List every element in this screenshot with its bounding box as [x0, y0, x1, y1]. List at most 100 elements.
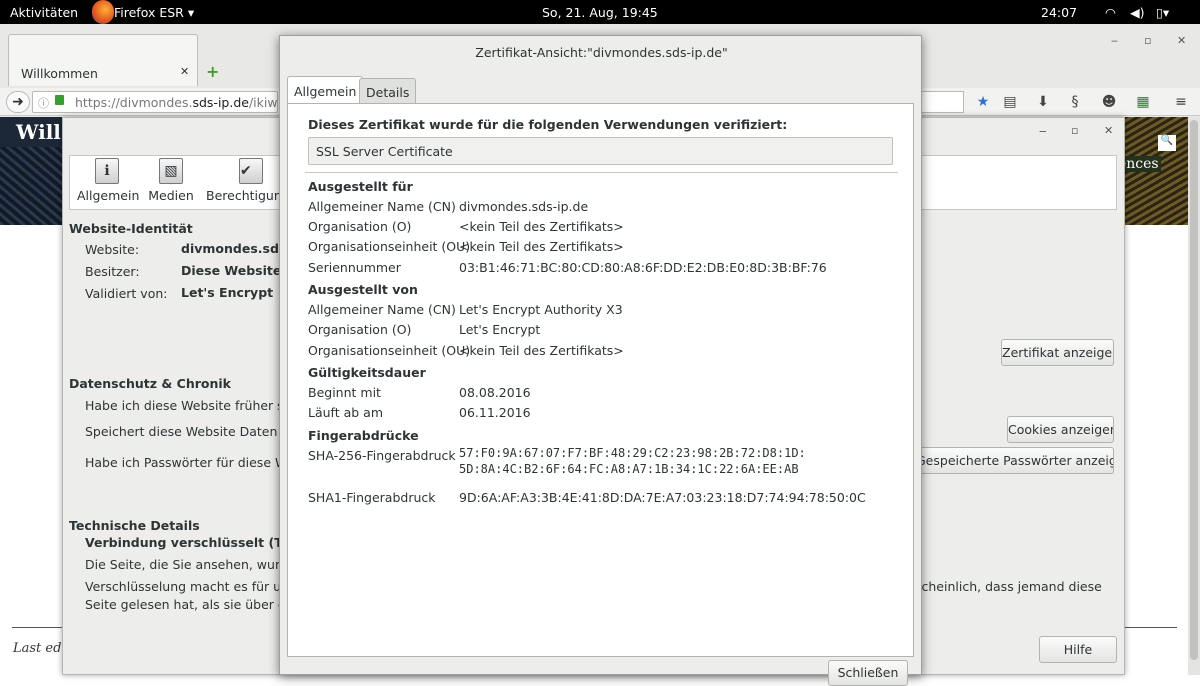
url-bar-end[interactable]	[918, 91, 964, 113]
pi-tab-label: Medien	[148, 188, 194, 203]
privacy-heading: Datenschutz & Chronik	[69, 376, 231, 391]
valid-until-label: Läuft ab am	[308, 405, 384, 420]
issued-by-heading: Ausgestellt von	[308, 282, 418, 297]
activities-button[interactable]: Aktivitäten	[10, 5, 78, 20]
issued-by-cn-value: Let's Encrypt Authority X3	[459, 302, 623, 317]
website-label: Website:	[85, 242, 140, 257]
permissions-icon: ✔	[239, 158, 263, 184]
encryption-text: Verschlüsselung macht es für unb	[85, 579, 297, 594]
page-view-text: Die Seite, die Sie ansehen, wurde	[85, 557, 296, 572]
addon-green-icon[interactable]: ▦	[1134, 93, 1152, 111]
pi-tab-media[interactable]: ▧ Medien	[145, 158, 197, 203]
pi-tab-general[interactable]: ℹ Allgemein	[77, 158, 140, 203]
url-bar[interactable]: ⓘ https://divmondes.sds-ip.de/ikiwiki/	[32, 91, 278, 113]
site-banner: Will	[0, 117, 62, 225]
wifi-icon[interactable]: ◠	[1105, 5, 1116, 20]
tech-heading: Technische Details	[69, 518, 200, 533]
tab-general[interactable]: Allgemein	[287, 76, 364, 104]
valid-from-label: Beginnt mit	[308, 385, 381, 400]
validity-heading: Gültigkeitsdauer	[308, 365, 426, 380]
certificate-dialog: Zertifikat-Ansicht:"divmondes.sds-ip.de"…	[279, 35, 922, 686]
issued-to-cn-label: Allgemeiner Name (CN)	[308, 199, 456, 214]
url-host: sds-ip.de	[192, 95, 249, 110]
search-icon[interactable]: 🔍	[1158, 135, 1176, 151]
issued-to-o-label: Organisation (O)	[308, 219, 412, 234]
top-panel: Aktivitäten Firefox ESR ▾ So, 21. Aug, 1…	[0, 0, 1200, 24]
stores-question: Speichert diese Website Daten (C	[85, 424, 295, 439]
issued-to-o-value: <kein Teil des Zertifikats>	[459, 219, 624, 234]
download-icon[interactable]: ⬇	[1034, 93, 1052, 111]
encryption-text-2: Seite gelesen hat, als sie über das	[85, 597, 301, 612]
verified-value: Let's Encrypt	[181, 285, 274, 300]
owner-label: Besitzer:	[85, 264, 140, 279]
volume-icon[interactable]: ◀)	[1130, 5, 1145, 20]
banner-text: Will	[16, 120, 61, 144]
view-certificate-button[interactable]: Zertifikat anzeigen	[1001, 339, 1114, 366]
lock-icon[interactable]	[55, 95, 64, 105]
browser-tab[interactable]: Willkommen ✕	[8, 34, 198, 86]
issued-to-heading: Ausgestellt für	[308, 179, 413, 194]
verified-heading: Dieses Zertifikat wurde für die folgende…	[308, 117, 788, 132]
identity-heading: Website-Identität	[69, 221, 193, 236]
last-edited: Last ed	[13, 641, 62, 656]
view-cookies-button[interactable]: Cookies anzeigen	[1007, 416, 1114, 443]
new-tab-icon[interactable]: +	[206, 62, 219, 81]
tab-details[interactable]: Details	[359, 78, 417, 104]
separator	[305, 172, 898, 173]
issued-by-ou-value: <kein Teil des Zertifikats>	[459, 343, 624, 358]
sha256-value-line2: 5D:8A:4C:B2:6F:64:FC:A8:A7:1B:34:1C:22:6…	[459, 462, 799, 476]
info-icon[interactable]: ⓘ	[38, 95, 49, 111]
saved-passwords-button[interactable]: Gespeicherte Passwörter anzeigen	[915, 447, 1114, 474]
valid-until-value: 06.11.2016	[459, 405, 531, 420]
time-remaining: 24:07	[1041, 5, 1078, 20]
issued-to-ou-value: <kein Teil des Zertifikats>	[459, 239, 624, 254]
help-button[interactable]: Hilfe	[1039, 636, 1117, 663]
sha256-label: SHA-256-Fingerabdruck	[308, 448, 456, 463]
certificate-general-panel: Dieses Zertifikat wurde für die folgende…	[287, 103, 914, 657]
issued-to-cn-value: divmondes.sds-ip.de	[459, 199, 589, 214]
firefox-icon	[92, 0, 114, 24]
verified-label: Validiert von:	[85, 286, 168, 301]
pi-close-icon[interactable]: ✕	[1104, 124, 1113, 137]
encryption-text-end: scheinlich, dass jemand diese	[915, 579, 1102, 594]
url-path: /ikiwiki/	[248, 95, 278, 110]
media-icon: ▧	[159, 158, 183, 184]
issued-by-o-value: Let's Encrypt	[459, 322, 541, 337]
pi-maximize-icon[interactable]: ▫	[1071, 124, 1078, 137]
visited-question: Habe ich diese Website früher sch	[85, 398, 299, 413]
menu-icon[interactable]: ≡	[1172, 93, 1190, 111]
close-button[interactable]: Schließen	[828, 660, 908, 686]
pi-minimize-icon[interactable]: ‒	[1039, 124, 1047, 138]
pi-tab-label: Allgemein	[77, 188, 140, 203]
usage-field: SSL Server Certificate	[308, 137, 893, 165]
sha1-label: SHA1-Fingerabdruck	[308, 490, 436, 505]
pi-tab-label: Berechtigungen	[206, 188, 280, 203]
minimize-icon[interactable]: ‒	[1111, 34, 1118, 47]
maximize-icon[interactable]: ▫	[1144, 34, 1151, 47]
bookmark-star-icon[interactable]: ★	[974, 93, 992, 111]
certificate-dialog-title: Zertifikat-Ansicht:"divmondes.sds-ip.de"	[475, 45, 728, 60]
close-icon[interactable]: ✕	[1177, 34, 1186, 47]
fingerprints-heading: Fingerabdrücke	[308, 428, 419, 443]
app-menu[interactable]: Firefox ESR ▾	[114, 5, 194, 20]
battery-icon[interactable]: ▯▾	[1156, 5, 1169, 20]
issued-by-cn-label: Allgemeiner Name (CN)	[308, 302, 456, 317]
clock[interactable]: So, 21. Aug, 19:45	[542, 5, 658, 20]
tab-title: Willkommen	[21, 66, 98, 81]
issued-to-ou-label: Organisationseinheit (OU)	[308, 239, 471, 254]
tab-close-icon[interactable]: ✕	[180, 65, 189, 78]
chat-icon[interactable]: ☻	[1100, 93, 1118, 111]
back-icon[interactable]: ➜	[6, 91, 30, 113]
valid-from-value: 08.08.2016	[459, 385, 531, 400]
issued-by-ou-label: Organisationseinheit (OU)	[308, 343, 471, 358]
sha256-value-line1: 57:F0:9A:67:07:F7:BF:48:29:C2:23:98:2B:7…	[459, 446, 806, 460]
pi-tab-permissions[interactable]: ✔ Berechtigungen	[206, 158, 280, 203]
serial-value: 03:B1:46:71:BC:80:CD:80:A8:6F:DD:E2:DB:E…	[459, 260, 827, 275]
chevron-down-icon: ▾	[187, 5, 195, 20]
info-icon: ℹ	[95, 158, 119, 184]
library-icon[interactable]: ▤	[1001, 93, 1019, 111]
passwords-question: Habe ich Passwörter für diese We	[85, 455, 295, 470]
serial-label: Seriennummer	[308, 260, 401, 275]
scrollbar-thumb[interactable]	[1190, 120, 1198, 660]
addon-s-icon[interactable]: §	[1066, 93, 1084, 111]
